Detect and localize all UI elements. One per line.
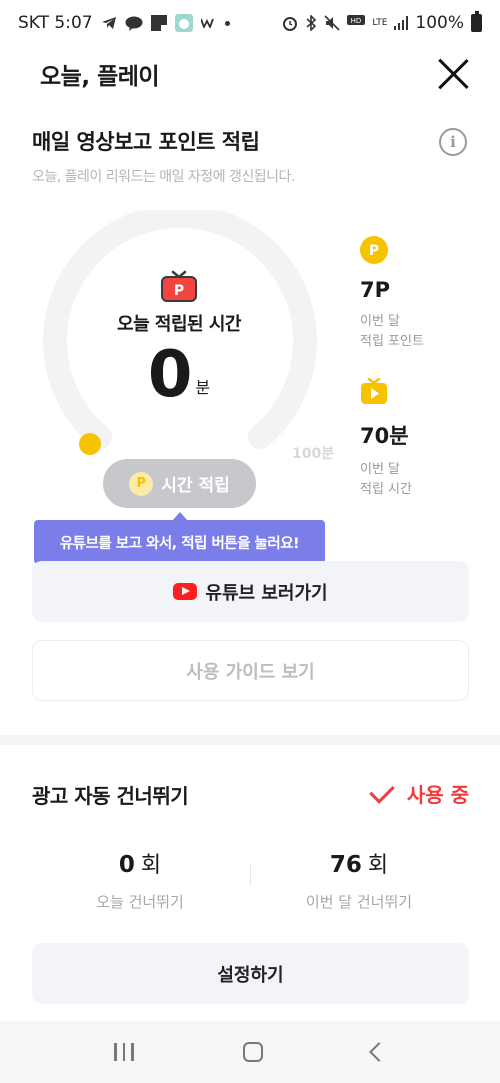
stat-points-label-1: 이번 달 <box>360 314 401 329</box>
today-skip-counter: 0회 오늘 건너뛰기 <box>40 847 240 912</box>
ad-skip-status-label: 사용 중 <box>406 783 469 807</box>
stat-time-label-2: 적립 시간 <box>360 482 412 497</box>
tooltip: 유튜브를 보고 와서, 적립 버튼을 눌러요! <box>34 520 325 564</box>
svg-text:P: P <box>174 283 184 299</box>
close-icon[interactable] <box>436 57 470 91</box>
battery-percent: 100% <box>415 13 464 33</box>
telegram-icon <box>101 16 117 30</box>
gauge-progress-knob <box>79 433 101 455</box>
hd-voice-icon: HD <box>347 15 366 31</box>
character-icon <box>174 14 193 32</box>
svg-text:HD: HD <box>351 17 362 25</box>
lte-label: LTE <box>372 17 388 28</box>
stat-time-value: 70분 <box>360 424 409 448</box>
status-time: SKT 5:07 <box>18 13 93 33</box>
section-divider <box>0 735 500 745</box>
today-skip-unit: 회 <box>140 853 162 878</box>
today-skip-count: 0 <box>118 852 135 878</box>
home-icon[interactable] <box>242 1042 263 1062</box>
claim-button-label: 시간 적립 <box>161 476 230 496</box>
youtube-icon <box>173 583 198 600</box>
play-tv-icon <box>360 377 388 406</box>
claim-time-button[interactable]: P 시간 적립 <box>103 459 256 508</box>
mute-icon <box>324 15 340 31</box>
ad-skip-status: 사용 중 <box>369 777 469 808</box>
app-icon <box>150 15 167 31</box>
stat-points-label-2: 적립 포인트 <box>360 334 424 349</box>
usage-guide-button[interactable]: 사용 가이드 보기 <box>32 640 469 701</box>
check-icon <box>369 777 395 804</box>
bluetooth-icon <box>305 15 317 31</box>
counter-divider <box>250 864 251 886</box>
timer-value: 0 <box>147 338 193 412</box>
section-subtitle: 오늘, 플레이 리워드는 매일 자정에 갱신됩니다. <box>32 169 295 185</box>
svg-text:P: P <box>369 243 379 259</box>
system-nav-bar <box>0 1021 500 1083</box>
month-skip-counter: 76 회 이번 달 건너뛰기 <box>259 847 459 912</box>
settings-button[interactable]: 설정하기 <box>32 943 469 1004</box>
timer-unit: 분 <box>195 378 211 397</box>
youtube-button-label: 유튜브 보러가기 <box>205 582 328 604</box>
month-skip-label: 이번 달 건너뛰기 <box>305 893 413 911</box>
alarm-icon <box>282 15 298 31</box>
stat-points-value: 7P <box>360 278 391 302</box>
talk-icon <box>125 16 143 31</box>
watch-youtube-button[interactable]: 유튜브 보러가기 <box>32 561 469 622</box>
w-icon <box>200 18 217 28</box>
signal-icon <box>394 16 409 30</box>
recent-apps-icon[interactable] <box>114 1043 134 1061</box>
app-header: 오늘, 플레이 <box>0 46 500 102</box>
today-skip-label: 오늘 건너뛰기 <box>96 893 184 911</box>
timer-label: 오늘 적립된 시간 <box>117 314 241 335</box>
page-title: 오늘, 플레이 <box>40 64 160 90</box>
gauge-center: P 오늘 적립된 시간 0 분 <box>98 270 260 410</box>
gauge-max-label: 100분 <box>292 446 335 462</box>
info-icon[interactable]: i <box>439 128 467 156</box>
point-coin-icon: P <box>360 236 388 264</box>
stat-time-label-1: 이번 달 <box>360 462 401 477</box>
month-skip-unit: 회 <box>367 853 389 878</box>
status-bar: SKT 5:07 HD LTE 100% <box>0 0 500 46</box>
section-title: 매일 영상보고 포인트 적립 <box>32 130 260 154</box>
stat-time: 70분 이번 달 적립 시간 <box>360 377 412 500</box>
stat-points: P 7P 이번 달 적립 포인트 <box>360 236 424 352</box>
tv-point-icon: P <box>161 270 197 302</box>
battery-icon <box>471 11 482 32</box>
month-skip-count: 76 <box>329 852 362 878</box>
back-icon[interactable] <box>368 1042 389 1062</box>
ad-skip-title: 광고 자동 건너뛰기 <box>32 784 189 808</box>
more-notifications-dot <box>224 20 230 26</box>
point-coin-icon: P <box>129 471 154 496</box>
